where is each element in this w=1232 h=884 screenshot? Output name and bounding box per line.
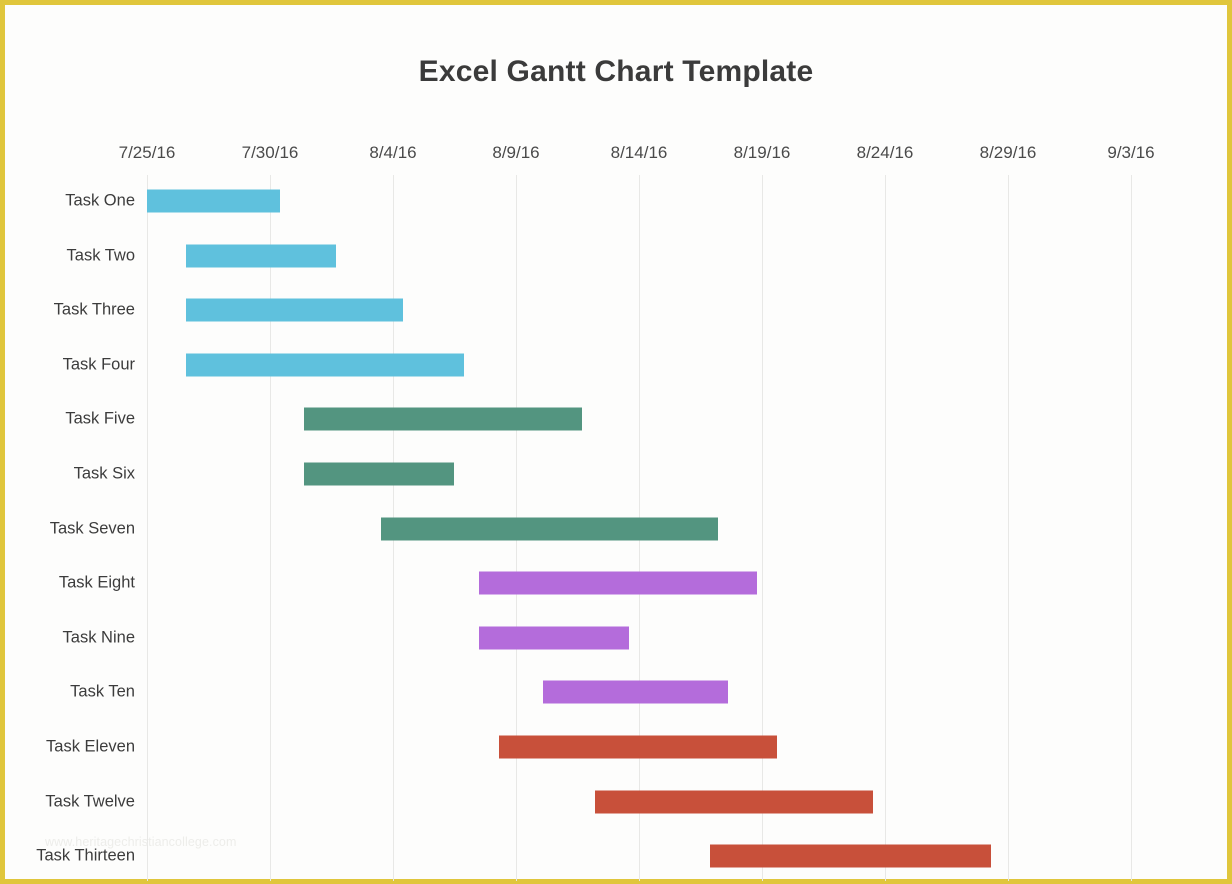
gridline	[147, 175, 148, 881]
gantt-bar-6[interactable]	[304, 462, 455, 486]
task-label-10: Task Ten	[70, 682, 135, 701]
x-axis-tick-7: 8/29/16	[979, 143, 1037, 162]
gantt-bar-13[interactable]	[710, 844, 991, 868]
task-label-4: Task Four	[62, 355, 135, 374]
task-label-2: Task Two	[66, 246, 135, 265]
task-label-13: Task Thirteen	[36, 846, 135, 865]
task-label-5: Task Five	[65, 409, 135, 428]
gantt-chart-page: Excel Gantt Chart Template 7/25/16 7/30/1…	[0, 0, 1232, 884]
x-axis-tick-4: 8/14/16	[610, 143, 668, 162]
x-axis-tick-labels: 7/25/16 7/30/16 8/4/16 8/9/16 8/14/16 8/19/16…	[5, 5, 1227, 162]
x-axis-tick-5: 8/19/16	[733, 143, 791, 162]
page-title: Excel Gantt Chart Template	[418, 55, 814, 88]
task-label-1: Task One	[65, 191, 135, 210]
gridline	[1131, 175, 1132, 881]
task-label-8: Task Eight	[58, 573, 135, 592]
task-label-3: Task Three	[53, 300, 135, 319]
gantt-bar-11[interactable]	[498, 735, 777, 759]
gridline	[762, 175, 763, 881]
gantt-bar-12[interactable]	[594, 790, 873, 814]
gantt-bar-8[interactable]	[479, 571, 758, 595]
gantt-bar-4[interactable]	[186, 353, 465, 377]
task-label-11: Task Eleven	[46, 737, 135, 756]
x-axis-tick-0: 7/25/16	[118, 143, 176, 162]
x-axis-tick-2: 8/4/16	[369, 143, 417, 162]
task-label-6: Task Six	[73, 464, 135, 483]
gridline	[270, 175, 271, 881]
gantt-bar-9[interactable]	[479, 626, 630, 650]
x-axis-tick-3: 8/9/16	[492, 143, 540, 162]
gridline	[885, 175, 886, 881]
gridline	[1008, 175, 1009, 881]
gantt-bar-7[interactable]	[380, 517, 718, 541]
gantt-bar-2[interactable]	[186, 244, 337, 268]
gantt-bar-3[interactable]	[186, 298, 403, 322]
task-label-9: Task Nine	[62, 628, 135, 647]
x-axis-tick-1: 7/30/16	[241, 143, 299, 162]
x-axis-tick-6: 8/24/16	[856, 143, 914, 162]
x-axis-tick-8: 9/3/16	[1107, 143, 1155, 162]
gantt-bar-5[interactable]	[304, 407, 583, 431]
task-label-7: Task Seven	[49, 519, 135, 538]
task-label-12: Task Twelve	[45, 792, 135, 811]
gantt-bar-10[interactable]	[543, 680, 728, 704]
gantt-bar-1[interactable]	[147, 189, 280, 213]
